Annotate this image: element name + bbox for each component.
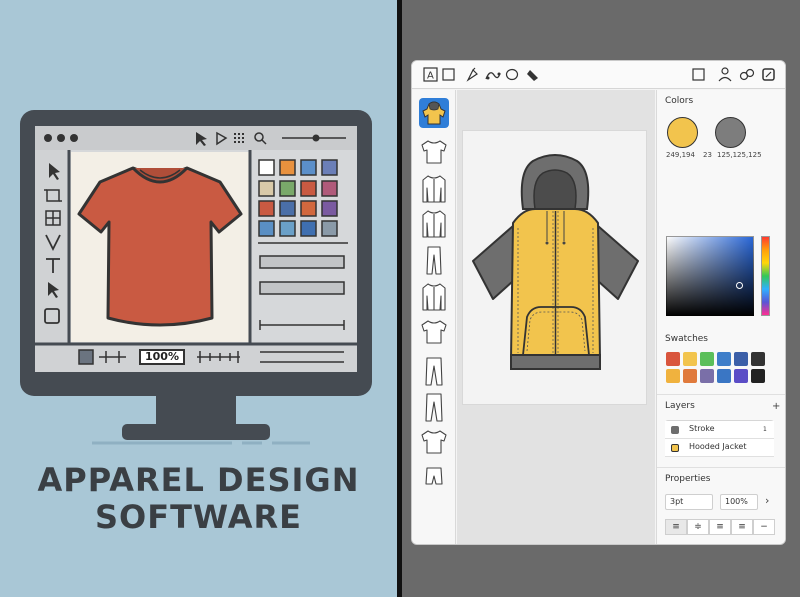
color-swatch[interactable] [700,369,714,383]
illustration-panel: 100% APPAREL DESIGN SOFTWARE [0,0,397,597]
library-item-hoodie[interactable] [419,98,449,128]
zoom-label: 100% [139,349,185,365]
layer-name: Hooded Jacket [689,442,747,451]
user-icon[interactable] [718,67,732,82]
primary-color-swatch[interactable] [667,117,698,148]
color-chip-icon [78,349,94,365]
color-swatch[interactable] [666,369,680,383]
frame-icon[interactable] [692,68,705,81]
add-layer-button[interactable]: + [772,401,780,412]
color-swatch[interactable] [734,369,748,383]
window-dot-icon [44,134,52,142]
align-right-button[interactable]: ≡ [709,519,731,535]
hoodie-left-sleeve[interactable] [472,225,514,300]
align-center-button[interactable]: ≑ [687,519,709,535]
app-window: A Colors 249,194 23 125,125,125 Swatches… [411,60,786,545]
color-swatch[interactable] [717,352,731,366]
color-swatch[interactable] [666,352,680,366]
color-value-2: 23 [703,151,712,159]
library-item-tshirt[interactable] [421,140,447,164]
align-left-button[interactable]: ≡ [665,519,687,535]
pen-tool-icon[interactable] [466,67,478,82]
color-swatch[interactable] [751,369,765,383]
grid-dots-icon [234,133,244,143]
colors-title: Colors [665,96,694,106]
color-swatch[interactable] [751,352,765,366]
properties-panel: Colors 249,194 23 125,125,125 Swatches L… [656,90,785,544]
canvas-area[interactable] [457,90,655,544]
app-panel: A Colors 249,194 23 125,125,125 Swatches… [402,0,800,597]
property-field [259,255,345,269]
monitor-base [122,424,270,440]
hue-slider[interactable] [761,236,770,316]
svg-text:A: A [427,71,434,82]
headline-line-1: APPAREL DESIGN [37,461,360,499]
color-swatch[interactable] [734,352,748,366]
swatches-title: Swatches [665,334,708,344]
layer-color-chip [671,444,679,452]
opacity-field[interactable]: 100% [720,494,758,510]
library-item-trousers[interactable] [425,357,443,386]
monitor-stand [156,396,236,426]
ellipse-tool-icon[interactable] [505,68,519,81]
link-icon[interactable] [739,68,755,81]
layer-color-chip [671,426,679,434]
align-none-button[interactable]: − [753,519,775,535]
color-swatch[interactable] [683,369,697,383]
window-dot-icon [70,134,78,142]
layer-row[interactable]: Hooded Jacket [665,439,774,457]
slider-knob [312,134,320,142]
color-swatch[interactable] [700,352,714,366]
opacity-value: 100% [725,497,748,506]
layer-name: Stroke [689,424,715,433]
property-field [259,281,345,295]
properties-chevron[interactable]: › [765,494,769,507]
garment-library [412,90,456,544]
layer-count: 1 [763,426,767,433]
stroke-width-field[interactable]: 3pt [665,494,713,510]
toolbar: A [412,61,785,89]
library-item-shorts[interactable] [425,467,443,485]
color-value-1: 249,194 [666,151,695,159]
color-value-3: 125,125,125 [717,151,762,159]
artboard[interactable] [462,130,647,405]
hoodie-waistband [510,354,601,370]
library-item-slacks[interactable] [425,393,443,422]
eraser-tool-icon[interactable] [527,70,538,81]
color-picker-handle[interactable] [736,282,743,289]
layer-row[interactable]: Stroke 1 [665,421,774,439]
layers-title: Layers [665,401,695,411]
hoodie-right-sleeve[interactable] [597,225,639,300]
library-item-polo[interactable] [421,430,447,454]
library-item-tee[interactable] [421,320,447,344]
properties-title: Properties [665,474,711,484]
text-tool-icon[interactable]: A [423,67,438,82]
headline-line-2: SOFTWARE [94,498,303,536]
color-swatch[interactable] [717,369,731,383]
secondary-color-swatch[interactable] [715,117,746,148]
color-swatch[interactable] [683,352,697,366]
stroke-width-value: 3pt [670,497,684,506]
library-item-pants[interactable] [426,246,442,275]
align-justify-button[interactable]: ≡ [731,519,753,535]
window-dot-icon [57,134,65,142]
rect-tool-icon[interactable] [442,68,455,81]
